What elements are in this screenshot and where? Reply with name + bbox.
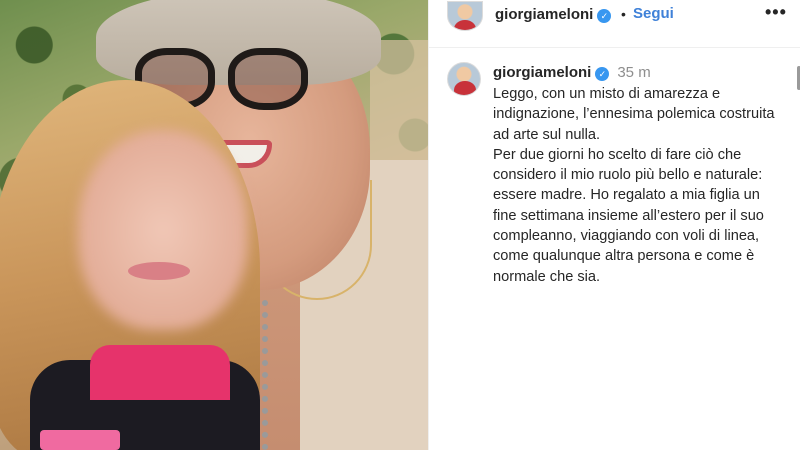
- bag-chain: [262, 300, 280, 450]
- verified-badge-icon: ✓: [597, 9, 612, 23]
- shirt-print: [40, 430, 120, 450]
- caption-avatar[interactable]: [447, 62, 481, 96]
- girl-collar: [90, 345, 230, 400]
- avatar[interactable]: [447, 1, 483, 31]
- header-username[interactable]: giorgiameloni ✓: [495, 6, 612, 23]
- caption-timestamp[interactable]: 35 m: [617, 64, 650, 81]
- follow-button[interactable]: Segui: [633, 5, 674, 22]
- caption-paragraph-1: Leggo, con un misto di amarezza e indign…: [493, 86, 775, 143]
- post-header: giorgiameloni ✓ • Segui •••: [429, 0, 800, 48]
- more-options-icon[interactable]: •••: [765, 2, 787, 23]
- girl-lips: [128, 262, 190, 280]
- caption-paragraph-2: Per due giorni ho scelto di fare ciò che…: [493, 146, 764, 285]
- scrollbar-track[interactable]: [795, 48, 800, 450]
- caption-header: giorgiameloni ✓ 35 m: [493, 64, 651, 82]
- post-photo[interactable]: [0, 0, 428, 450]
- caption-text: Leggo, con un misto di amarezza e indign…: [493, 84, 779, 287]
- girl-face-blurred: [78, 130, 248, 330]
- post-side-panel: giorgiameloni ✓ • Segui ••• giorgiameloni…: [428, 0, 800, 450]
- caption-username[interactable]: giorgiameloni: [493, 64, 591, 81]
- glasses-right-lens: [228, 48, 308, 110]
- header-username-text[interactable]: giorgiameloni: [495, 6, 593, 23]
- verified-badge-icon: ✓: [595, 67, 610, 81]
- header-separator: •: [621, 6, 626, 22]
